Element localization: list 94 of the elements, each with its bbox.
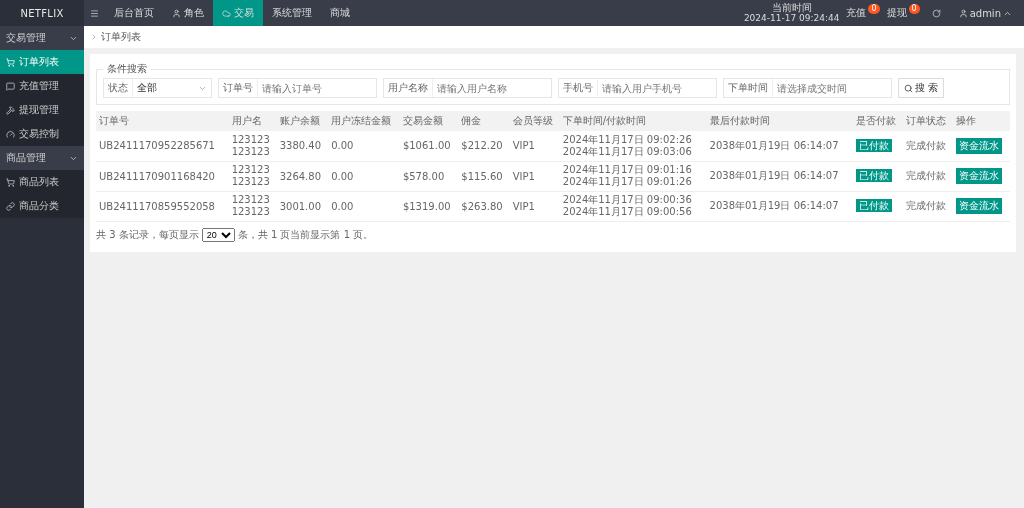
clock-label: 当前时间 — [771, 2, 812, 13]
sidebar-item[interactable]: 交易控制 — [0, 122, 84, 146]
cloud-icon — [222, 8, 231, 18]
table-cell: VIP1 — [509, 161, 560, 191]
table-cell: VIP1 — [509, 131, 560, 161]
column-header: 订单状态 — [903, 111, 954, 131]
table-cell: $212.20 — [458, 131, 510, 161]
column-header: 是否付款 — [853, 111, 904, 131]
table-cell: 2024年11月17日 09:02:26 2024年11月17日 09:03:06 — [559, 131, 707, 161]
user-icon — [958, 8, 968, 18]
table-cell: 完成付款 — [903, 191, 954, 221]
column-header: 会员等级 — [509, 111, 560, 131]
refresh-icon — [931, 8, 941, 18]
column-header: 佣金 — [458, 111, 510, 131]
select-value: 全部 — [137, 81, 157, 95]
table-cell: $578.00 — [399, 161, 459, 191]
search-field[interactable]: 下单时间 请选择成交时间 — [723, 78, 892, 98]
table-cell: UB2411170901168420 — [96, 161, 229, 191]
sidebar-item[interactable]: 订单列表 — [0, 50, 84, 74]
table-cell: UB2411170859552058 — [96, 191, 229, 221]
table-cell: 0.00 — [328, 131, 400, 161]
column-header: 最后付款时间 — [706, 111, 854, 131]
table-cell: $1061.00 — [399, 131, 459, 161]
table-cell: 2024年11月17日 09:01:16 2024年11月17日 09:01:26 — [559, 161, 707, 191]
table-cell: 3264.80 — [276, 161, 329, 191]
table-cell: 3001.00 — [276, 191, 329, 221]
column-header: 交易金额 — [399, 111, 459, 131]
column-header: 用户名 — [228, 111, 277, 131]
page-size-select[interactable]: 20 — [201, 227, 235, 242]
nav-tab[interactable]: 商城 — [321, 0, 359, 26]
sidebar-item[interactable]: 商品分类 — [0, 194, 84, 218]
sidebar-group[interactable]: 商品管理 — [0, 146, 84, 170]
table-cell: $115.60 — [458, 161, 510, 191]
alert-link[interactable]: 提现 — [885, 4, 908, 22]
hammer-icon — [6, 105, 15, 115]
sidebar-group[interactable]: 交易管理 — [0, 26, 84, 50]
column-header: 订单号 — [96, 111, 229, 131]
nav-tab[interactable]: 后台首页 — [105, 0, 163, 26]
user-menu[interactable]: admin — [952, 6, 1018, 20]
menu-icon — [90, 8, 99, 18]
table-cell: 123123 123123 — [228, 131, 277, 161]
nav-tab[interactable]: 系统管理 — [263, 0, 321, 26]
search-legend: 条件搜索 — [103, 62, 151, 76]
field-label: 状态 — [104, 79, 133, 97]
table-cell: 2038年01月19日 06:14:07 — [706, 161, 854, 191]
table-cell: 123123 123123 — [228, 161, 277, 191]
cart-icon — [6, 57, 15, 67]
clock-value: 2024-11-17 09:24:44 — [743, 13, 840, 24]
table-cell: 3380.40 — [276, 131, 329, 161]
sidebar-item[interactable]: 提现管理 — [0, 98, 84, 122]
column-header: 下单时间/付款时间 — [559, 111, 707, 131]
table-cell: 2038年01月19日 06:14:07 — [706, 131, 854, 161]
search-button[interactable]: 搜 索 — [898, 78, 945, 98]
table-cell: 完成付款 — [903, 161, 954, 191]
table-cell: 0.00 — [328, 191, 400, 221]
table-cell: 0.00 — [328, 161, 400, 191]
status-tag: 已付款 — [856, 138, 893, 152]
breadcrumb: 订单列表 — [101, 30, 141, 44]
table-cell: VIP1 — [509, 191, 560, 221]
user-icon — [172, 8, 181, 18]
chevron-right-icon — [90, 33, 98, 41]
action-button[interactable]: 资金流水 — [956, 137, 1003, 154]
pagination-text: 条，共 1 页当前显示第 1 页。 — [237, 227, 374, 242]
count-badge: 0 — [908, 4, 920, 14]
alert-link[interactable]: 充值 — [845, 4, 868, 22]
status-tag: 已付款 — [856, 199, 893, 212]
status-select[interactable]: 状态 全部 — [103, 78, 212, 98]
gauge-icon — [6, 129, 15, 139]
link-icon — [6, 201, 15, 211]
table-cell: 123123 123123 — [228, 191, 277, 221]
status-tag: 已付款 — [856, 169, 893, 182]
count-badge: 0 — [868, 4, 880, 14]
cart-icon — [6, 177, 15, 187]
table-cell: UB2411170952285671 — [96, 131, 229, 161]
pagination-text: 共 3 条记录，每页显示 — [96, 227, 199, 242]
nav-tab[interactable]: 角色 — [163, 0, 213, 26]
table-cell: $1319.00 — [399, 191, 459, 221]
column-header: 用户冻结金额 — [328, 111, 400, 131]
sidebar-item[interactable]: 充值管理 — [0, 74, 84, 98]
table-cell: 2024年11月17日 09:00:36 2024年11月17日 09:00:56 — [559, 191, 707, 221]
table-cell: 完成付款 — [903, 131, 954, 161]
table-cell: $263.80 — [458, 191, 510, 221]
action-button[interactable]: 资金流水 — [956, 198, 1003, 214]
column-header: 操作 — [953, 111, 1010, 131]
sidebar-item[interactable]: 商品列表 — [0, 170, 84, 194]
search-field[interactable]: 手机号 请输入用户手机号 — [558, 78, 717, 98]
column-header: 账户余额 — [276, 111, 329, 131]
search-field[interactable]: 用户名称 请输入用户名称 — [383, 78, 552, 98]
table-cell: 2038年01月19日 06:14:07 — [706, 191, 854, 221]
chat-icon — [6, 81, 15, 91]
action-button[interactable]: 资金流水 — [956, 168, 1003, 184]
search-icon — [904, 83, 913, 93]
brand-logo: NETFLIX — [20, 7, 64, 19]
search-field[interactable]: 订单号 请输入订单号 — [218, 78, 377, 98]
